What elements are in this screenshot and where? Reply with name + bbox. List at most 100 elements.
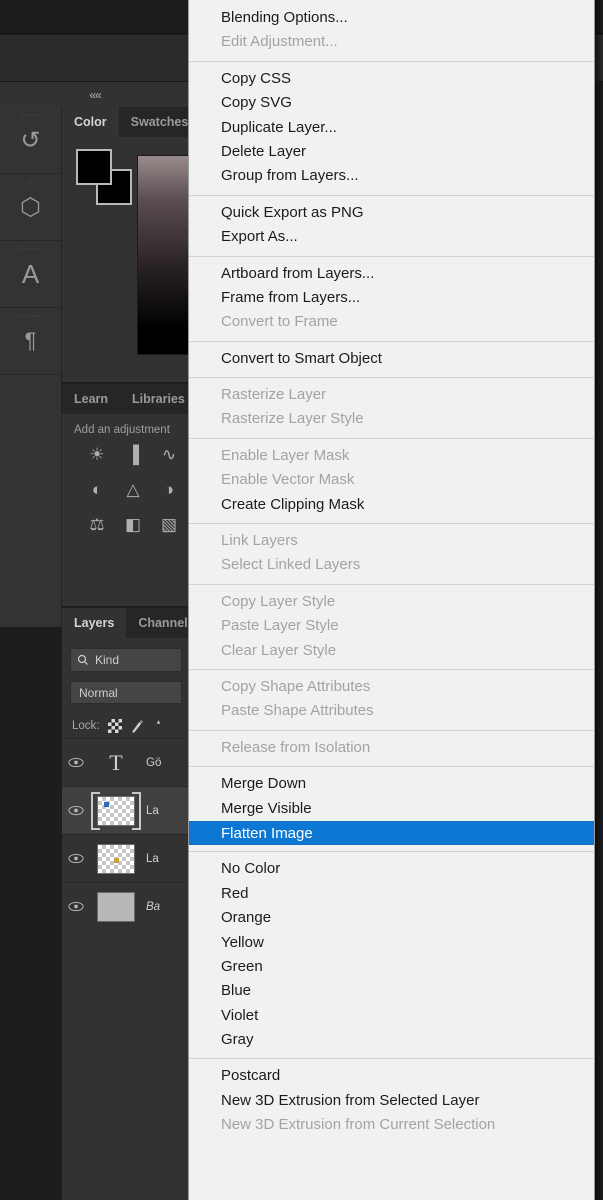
layer-context-menu: Blending Options... Edit Adjustment... Cop… — [188, 0, 595, 1200]
menu-item-duplicate-layer[interactable]: Duplicate Layer... — [189, 116, 594, 140]
menu-item-select-linked-layers: Select Linked Layers — [221, 556, 361, 574]
hue-saturation-icon[interactable]: ◑ — [156, 479, 182, 501]
menu-item-new-3d-extrusion-from-current-selection: New 3D Extrusion from Current Selection — [221, 1116, 496, 1134]
menu-item-merge-visible[interactable]: Merge Visible — [189, 797, 594, 821]
layer-thumbnail-cell[interactable] — [90, 843, 142, 874]
layer-name: Ba — [146, 900, 161, 913]
adjustments-panel: Learn Libraries Add an adjustment ☀ ▐ ∿ ◐ △ ◑ ⚖… — [62, 384, 190, 606]
menu-group: Postcard New 3D Extrusion from Selected L… — [189, 1059, 594, 1143]
brightness-contrast-icon[interactable]: ☀ — [84, 444, 110, 466]
menu-group: Enable Layer Mask Enable Vector Mask Creat… — [189, 439, 594, 523]
menu-item-delete-layer[interactable]: Delete Layer — [189, 140, 594, 164]
menu-item-rasterize-layer: Rasterize Layer — [221, 386, 327, 404]
collapse-panels-icon[interactable]: «« — [89, 88, 101, 102]
image-pixels-icon[interactable] — [130, 719, 145, 734]
transparent-pixels-icon[interactable] — [107, 719, 122, 733]
history-panel-icon: ↺ — [20, 126, 41, 154]
layer-visibility-toggle[interactable] — [62, 901, 90, 912]
menu-item-violet[interactable]: Violet — [189, 1004, 594, 1028]
history-panel-rail-button[interactable]: History ↺ — [0, 107, 61, 174]
paragraph-panel-rail-button[interactable]: Paragraph ¶ — [0, 308, 61, 375]
black-white-icon[interactable]: ◧ — [120, 514, 146, 536]
vibrance-icon[interactable]: △ — [120, 479, 146, 501]
tab-layers[interactable]: Layers — [62, 608, 127, 638]
eye-icon — [68, 853, 84, 864]
menu-item-copy-layer-style: Copy Layer Style — [221, 592, 336, 610]
menu-item-export-as[interactable]: Export As... — [189, 225, 594, 249]
layer-thumbnail-cell[interactable] — [90, 791, 142, 830]
menu-item-convert-to-smart-object[interactable]: Convert to Smart Object — [189, 347, 594, 371]
menu-item-blue[interactable]: Blue — [189, 979, 594, 1003]
menu-item-paste-layer-style: Paste Layer Style — [221, 617, 339, 635]
menu-group: Copy CSS Copy SVG Duplicate Layer... Delete… — [189, 62, 594, 195]
menu-group: Artboard from Layers... Frame from Layers… — [189, 257, 594, 341]
menu-item-postcard[interactable]: Postcard — [189, 1064, 594, 1088]
menu-group: Copy Layer Style Paste Layer Style Clear L… — [189, 585, 594, 669]
menu-item-flatten-image[interactable]: Flatten Image — [189, 820, 594, 846]
layer-filter-control[interactable]: Kind — [70, 648, 182, 672]
layer-row[interactable]: La — [62, 834, 190, 882]
menu-item-green[interactable]: Green — [189, 955, 594, 979]
foreground-color-swatch[interactable] — [76, 149, 112, 185]
menu-item-no-color[interactable]: No Color — [189, 857, 594, 881]
menu-item-quick-export-as-png[interactable]: Quick Export as PNG — [189, 201, 594, 225]
layer-filter-value: Kind — [95, 653, 120, 667]
color-balance-icon[interactable]: ⚖ — [84, 514, 110, 536]
menu-item-paste-shape-attributes: Paste Shape Attributes — [221, 702, 374, 720]
3d-panel-icon: ⬡ — [20, 193, 41, 221]
layers-panel: Layers Channels Kind Normal Lock: T Gö La La… — [62, 608, 195, 1200]
layer-name: La — [146, 852, 159, 865]
menu-item-create-clipping-mask[interactable]: Create Clipping Mask — [189, 493, 594, 517]
exposure-icon[interactable]: ◐ — [84, 479, 110, 501]
layer-row[interactable]: T Gö — [62, 738, 190, 786]
layer-name: La — [146, 804, 159, 817]
adjustments-hint: Add an adjustment — [74, 424, 170, 436]
menu-drop-shadow — [595, 0, 603, 1200]
character-panel-rail-button[interactable]: Character A — [0, 241, 61, 308]
menu-group: Merge Down Merge Visible Flatten Image — [189, 767, 594, 851]
menu-item-link-layers: Link Layers — [221, 532, 298, 550]
layer-thumbnail-cell[interactable]: T — [90, 750, 142, 776]
menu-item-group-from-layers[interactable]: Group from Layers... — [189, 164, 594, 188]
foreground-background-swatches[interactable] — [76, 149, 132, 205]
menu-item-enable-layer-mask: Enable Layer Mask — [221, 446, 350, 464]
menu-item-rasterize-layer-style: Rasterize Layer Style — [221, 410, 364, 428]
type-layer-icon: T — [109, 749, 123, 775]
color-panel: Color Swatches — [62, 107, 257, 388]
3d-panel-rail-button[interactable]: 3D ⬡ — [0, 174, 61, 241]
menu-item-orange[interactable]: Orange — [189, 906, 594, 930]
levels-icon[interactable]: ▐ — [120, 444, 146, 466]
menu-item-copy-svg[interactable]: Copy SVG — [189, 91, 594, 115]
collapsed-panel-rail: History ↺ 3D ⬡ Character A Paragraph ¶ — [0, 107, 62, 627]
menu-group: Blending Options... Edit Adjustment... — [189, 0, 594, 61]
menu-item-gray[interactable]: Gray — [189, 1028, 594, 1052]
layer-name: Gö — [146, 756, 162, 769]
menu-item-blending-options[interactable]: Blending Options... — [189, 6, 594, 30]
layer-row[interactable]: Ba — [62, 882, 190, 930]
menu-item-yellow[interactable]: Yellow — [189, 931, 594, 955]
layer-visibility-toggle[interactable] — [62, 805, 90, 816]
menu-item-frame-from-layers[interactable]: Frame from Layers... — [189, 286, 594, 310]
menu-item-new-3d-extrusion-from-selected-layer[interactable]: New 3D Extrusion from Selected Layer — [189, 1089, 594, 1113]
curves-icon[interactable]: ∿ — [156, 444, 182, 466]
tab-color[interactable]: Color — [62, 107, 119, 137]
menu-item-copy-css[interactable]: Copy CSS — [189, 67, 594, 91]
menu-item-clear-layer-style: Clear Layer Style — [221, 641, 337, 659]
tab-learn[interactable]: Learn — [62, 384, 120, 414]
thumbnail-content-dot — [114, 857, 119, 863]
photo-filter-icon[interactable]: ▧ — [156, 514, 182, 536]
menu-item-red[interactable]: Red — [189, 882, 594, 906]
layer-visibility-toggle[interactable] — [62, 853, 90, 864]
adjustments-panel-tabs: Learn Libraries — [62, 384, 190, 414]
panel-collapse-bar[interactable]: «« — [0, 82, 190, 107]
photoshop-window: «« History ↺ 3D ⬡ Character A Paragraph ¶ Color… — [0, 0, 603, 1200]
eye-icon — [68, 757, 84, 768]
position-icon[interactable] — [153, 719, 164, 733]
tab-libraries[interactable]: Libraries — [120, 384, 197, 414]
layer-visibility-toggle[interactable] — [62, 757, 90, 768]
layer-thumbnail-cell[interactable] — [90, 891, 142, 922]
layer-row[interactable]: La — [62, 786, 190, 834]
menu-item-artboard-from-layers[interactable]: Artboard from Layers... — [189, 262, 594, 286]
menu-item-merge-down[interactable]: Merge Down — [189, 772, 594, 796]
blend-mode-select[interactable]: Normal — [70, 681, 182, 704]
